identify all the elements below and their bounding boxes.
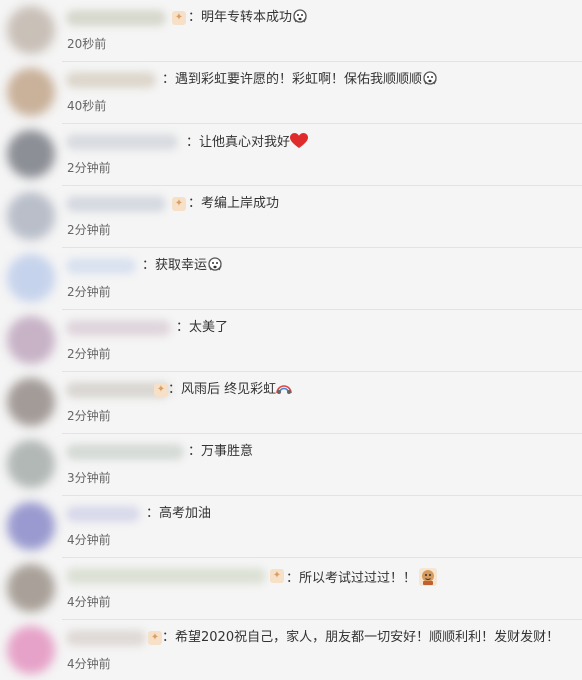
- avatar[interactable]: [7, 316, 55, 364]
- comment-colon: ：: [188, 196, 202, 211]
- comment-colon: ：: [176, 320, 190, 335]
- comment-colon: ：: [162, 72, 176, 87]
- username[interactable]: [66, 10, 166, 26]
- comment-text: ：太美了: [176, 319, 228, 337]
- comment-item: ✦ ：风雨后 终见彩虹 2分钟前: [0, 372, 582, 434]
- comment-body: 所以考试过过过！！: [299, 571, 417, 586]
- comment-body: 高考加油: [159, 506, 212, 521]
- username[interactable]: [66, 630, 146, 646]
- comment-text: ：让他真心对我好: [186, 133, 309, 152]
- timestamp: 3分钟前: [67, 471, 111, 485]
- comment-text: ：所以考试过过过！！: [286, 567, 438, 588]
- timestamp: 4分钟前: [67, 657, 111, 671]
- comment-text: ：明年专转本成功: [188, 9, 307, 27]
- comment-colon: ：: [162, 630, 176, 645]
- timestamp: 4分钟前: [67, 533, 111, 547]
- vip-badge-icon: ✦: [172, 197, 186, 211]
- comment-text: ：万事胜意: [188, 443, 253, 461]
- comment-item: ：高考加油 4分钟前: [0, 496, 582, 558]
- comment-item: ✦ ：希望2020祝自己，家人，朋友都一切安好！顺顺利利！发财发财！ 4分钟前: [0, 620, 582, 680]
- username[interactable]: [66, 444, 184, 460]
- avatar[interactable]: [7, 564, 55, 612]
- avatar[interactable]: [7, 440, 55, 488]
- comment-body: 风雨后 终见彩虹: [181, 382, 277, 397]
- timestamp: 4分钟前: [67, 595, 111, 609]
- scared-emoji-icon: [423, 71, 437, 85]
- timestamp: 2分钟前: [67, 285, 111, 299]
- avatar[interactable]: [7, 626, 55, 674]
- comment-colon: ：: [146, 506, 160, 521]
- comment-body: 希望2020祝自己，家人，朋友都一切安好！顺顺利利！发财发财！: [175, 630, 560, 645]
- sticker-emoji-icon: [418, 567, 438, 587]
- comment-item: ：让他真心对我好 2分钟前: [0, 124, 582, 186]
- comment-colon: ：: [188, 444, 202, 459]
- avatar[interactable]: [7, 192, 55, 240]
- username[interactable]: [66, 196, 166, 212]
- comment-body: 考编上岸成功: [201, 196, 280, 211]
- comment-text: ：考编上岸成功: [188, 195, 279, 213]
- timestamp: 20秒前: [67, 37, 107, 51]
- username[interactable]: [66, 506, 140, 522]
- heart-emoji-icon: [290, 133, 309, 149]
- avatar[interactable]: [7, 502, 55, 550]
- comment-colon: ：: [188, 10, 202, 25]
- comment-item: ：太美了 2分钟前: [0, 310, 582, 372]
- comment-body: 获取幸运: [155, 258, 208, 273]
- comment-text: ：希望2020祝自己，家人，朋友都一切安好！顺顺利利！发财发财！: [162, 629, 559, 647]
- avatar[interactable]: [7, 6, 55, 54]
- avatar[interactable]: [7, 254, 55, 302]
- timestamp: 2分钟前: [67, 223, 111, 237]
- vip-badge-icon: ✦: [148, 631, 162, 645]
- comment-text: ：获取幸运: [142, 257, 222, 275]
- timestamp: 40秒前: [67, 99, 107, 113]
- scared-emoji-icon: [208, 257, 222, 271]
- username[interactable]: [66, 320, 171, 336]
- comment-item: ✦ ：考编上岸成功 2分钟前: [0, 186, 582, 248]
- comment-body: 让他真心对我好: [199, 135, 291, 150]
- comment-text: ：高考加油: [146, 505, 211, 523]
- comment-feed: ✦ ：明年专转本成功 20秒前 ：遇到彩虹要许愿的！彩虹啊！保佑我顺顺顺 40秒…: [0, 0, 582, 680]
- comment-item: ：获取幸运 2分钟前: [0, 248, 582, 310]
- scared-emoji-icon: [293, 9, 307, 23]
- username[interactable]: [66, 258, 136, 274]
- comment-colon: ：: [168, 382, 182, 397]
- comment-colon: ：: [186, 135, 200, 150]
- comment-colon: ：: [286, 571, 300, 586]
- comment-text: ：风雨后 终见彩虹: [168, 381, 292, 399]
- vip-badge-icon: ✦: [270, 569, 284, 583]
- vip-badge-icon: ✦: [154, 383, 168, 397]
- username[interactable]: [66, 72, 156, 88]
- comment-item: ：遇到彩虹要许愿的！彩虹啊！保佑我顺顺顺 40秒前: [0, 62, 582, 124]
- comment-item: ：万事胜意 3分钟前: [0, 434, 582, 496]
- comment-body: 万事胜意: [201, 444, 254, 459]
- vip-badge-icon: ✦: [172, 11, 186, 25]
- rainbow-emoji-icon: [276, 382, 292, 394]
- avatar[interactable]: [7, 68, 55, 116]
- avatar[interactable]: [7, 130, 55, 178]
- comment-body: 明年专转本成功: [201, 10, 293, 25]
- timestamp: 2分钟前: [67, 347, 111, 361]
- comment-item: ✦ ：明年专转本成功 20秒前: [0, 0, 582, 62]
- comment-body: 遇到彩虹要许愿的！彩虹啊！保佑我顺顺顺: [175, 72, 423, 87]
- timestamp: 2分钟前: [67, 409, 111, 423]
- comment-colon: ：: [142, 258, 156, 273]
- username[interactable]: [66, 568, 266, 584]
- avatar[interactable]: [7, 378, 55, 426]
- comment-item: ✦ ：所以考试过过过！！ 4分钟前: [0, 558, 582, 620]
- comment-text: ：遇到彩虹要许愿的！彩虹啊！保佑我顺顺顺: [162, 71, 437, 89]
- username[interactable]: [66, 134, 178, 150]
- comment-body: 太美了: [189, 320, 229, 335]
- timestamp: 2分钟前: [67, 161, 111, 175]
